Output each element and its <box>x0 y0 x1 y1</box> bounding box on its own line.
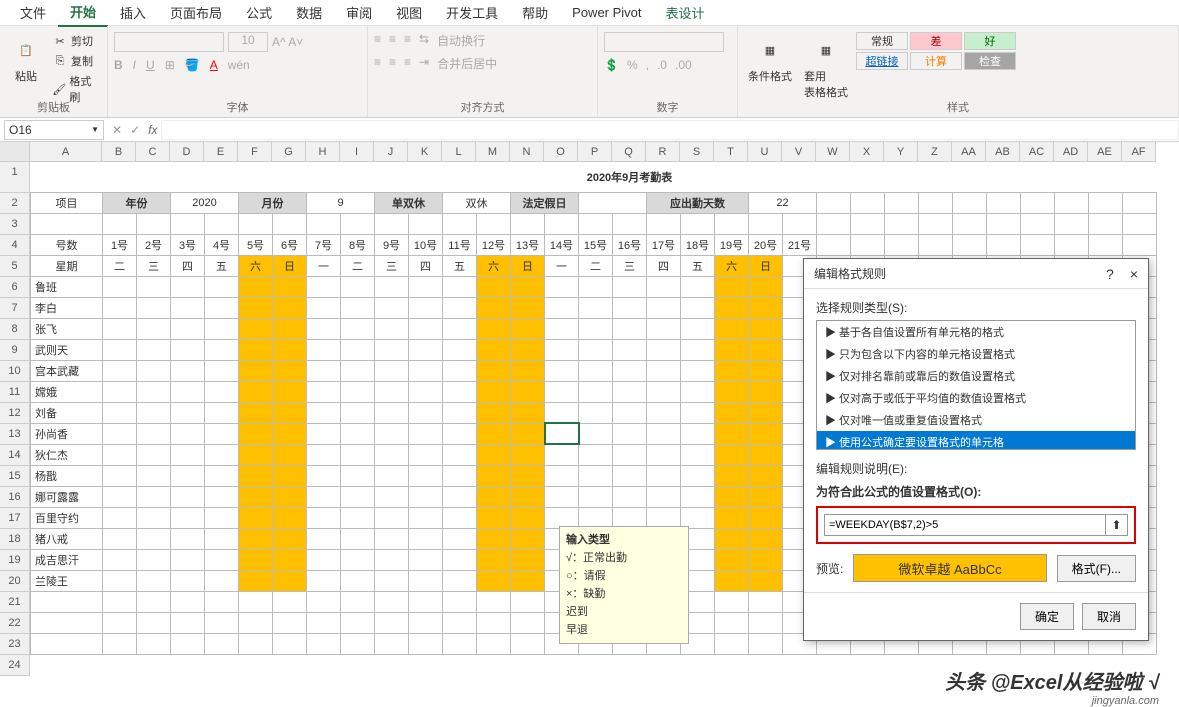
preview-box: 微软卓越 AaBbCc <box>853 554 1046 582</box>
group-font: 字体 <box>108 99 367 115</box>
formula-highlight: ⬆ <box>816 506 1136 544</box>
style-link[interactable]: 超链接 <box>856 52 908 70</box>
format-button[interactable]: 格式(F)... <box>1057 555 1136 582</box>
wrap-button[interactable]: 自动换行 <box>437 32 485 49</box>
group-styles: 样式 <box>738 99 1178 115</box>
range-picker-icon[interactable]: ⬆ <box>1105 515 1127 535</box>
dialog-title: 编辑格式规则 <box>814 265 886 282</box>
tab-tabledesign[interactable]: 表设计 <box>654 0 717 26</box>
border-button[interactable]: ⊞ <box>165 58 175 72</box>
group-clipboard: 剪贴板 <box>0 99 107 115</box>
tab-powerpivot[interactable]: Power Pivot <box>560 1 653 24</box>
tab-insert[interactable]: 插入 <box>108 0 158 26</box>
style-good[interactable]: 好 <box>964 32 1016 50</box>
style-normal[interactable]: 常规 <box>856 32 908 50</box>
cancel-icon[interactable]: ✕ <box>112 123 122 137</box>
table-format-icon: ▦ <box>810 34 842 66</box>
formula-input[interactable] <box>825 515 1105 535</box>
scissors-icon: ✂ <box>52 33 68 49</box>
cond-format-icon: ▦ <box>754 34 786 66</box>
underline-button[interactable]: U <box>146 58 155 72</box>
fx-icon[interactable]: fx <box>148 123 157 137</box>
watermark: 头条 @Excel从经验啦 √ <box>945 666 1159 695</box>
paste-button[interactable]: 📋 粘贴 <box>6 32 46 86</box>
formula-bar-row: O16▼ ✕ ✓ fx <box>0 118 1179 142</box>
phonetic-button[interactable]: wén <box>228 58 250 72</box>
ribbon: 📋 粘贴 ✂剪切 ⎘复制 🖌格式刷 剪贴板 10 A^ A˅ B I U ⊞ <box>0 26 1179 118</box>
merge-button[interactable]: 合并后居中 <box>437 55 497 72</box>
tab-data[interactable]: 数据 <box>284 0 334 26</box>
brush-icon: 🖌 <box>52 81 66 97</box>
style-check[interactable]: 检查 <box>964 52 1016 70</box>
tab-file[interactable]: 文件 <box>8 0 58 26</box>
preview-label: 预览: <box>816 560 843 577</box>
tab-dev[interactable]: 开发工具 <box>434 0 510 26</box>
cancel-button[interactable]: 取消 <box>1082 603 1136 630</box>
ribbon-tabs: 文件 开始 插入 页面布局 公式 数据 审阅 视图 开发工具 帮助 Power … <box>0 0 1179 26</box>
column-headers[interactable]: ABCDEFGHIJKLMNOPQRSTUVWXYZAAABACADAEAF <box>30 142 1156 162</box>
edit-rule-dialog: 编辑格式规则 ? × 选择规则类型(S): ▶ 基于各自值设置所有单元格的格式 … <box>803 258 1149 641</box>
copy-icon: ⎘ <box>52 53 68 69</box>
style-calc[interactable]: 计算 <box>910 52 962 70</box>
tab-review[interactable]: 审阅 <box>334 0 384 26</box>
ok-button[interactable]: 确定 <box>1020 603 1074 630</box>
select-all-corner[interactable] <box>0 142 30 162</box>
name-box[interactable]: O16▼ <box>4 120 104 140</box>
tab-view[interactable]: 视图 <box>384 0 434 26</box>
watermark-url: jingyanla.com <box>1092 695 1159 707</box>
group-align: 对齐方式 <box>368 99 597 115</box>
row-headers[interactable]: 123456789101112131415161718192021222324 <box>0 162 30 676</box>
tab-help[interactable]: 帮助 <box>510 0 560 26</box>
tab-formula[interactable]: 公式 <box>234 0 284 26</box>
bold-button[interactable]: B <box>114 58 123 72</box>
cut-button[interactable]: ✂剪切 <box>50 32 101 50</box>
rule-desc-label: 编辑规则说明(E): <box>816 460 1136 477</box>
close-icon[interactable]: × <box>1130 266 1138 282</box>
rule-type-list[interactable]: ▶ 基于各自值设置所有单元格的格式 ▶ 只为包含以下内容的单元格设置格式 ▶ 仅… <box>816 320 1136 450</box>
fontcolor-button[interactable]: A <box>210 58 218 72</box>
tab-layout[interactable]: 页面布局 <box>158 0 234 26</box>
formula-label: 为符合此公式的值设置格式(O): <box>816 483 1136 500</box>
tab-home[interactable]: 开始 <box>58 0 108 27</box>
paste-icon: 📋 <box>10 34 42 66</box>
input-tooltip: 输入类型 √：正常出勤 ○：请假 ×：缺勤 迟到 早退 <box>559 526 689 644</box>
group-number: 数字 <box>598 99 737 115</box>
table-format-button[interactable]: ▦套用 表格格式 <box>800 32 852 102</box>
style-bad[interactable]: 差 <box>910 32 962 50</box>
cond-format-button[interactable]: ▦条件格式 <box>744 32 796 86</box>
help-icon[interactable]: ? <box>1106 266 1114 282</box>
enter-icon[interactable]: ✓ <box>130 123 140 137</box>
italic-button[interactable]: I <box>133 58 136 72</box>
select-rule-label: 选择规则类型(S): <box>816 299 1136 316</box>
copy-button[interactable]: ⎘复制 <box>50 52 101 70</box>
formula-bar[interactable] <box>161 120 1179 140</box>
fill-button[interactable]: 🪣 <box>185 58 200 72</box>
